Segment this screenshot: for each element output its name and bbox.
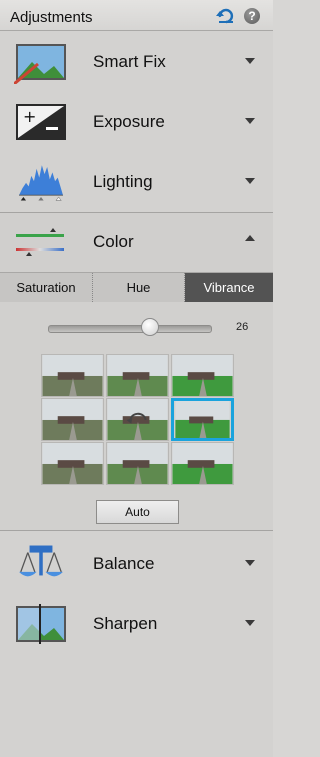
color-label: Color bbox=[93, 232, 134, 251]
auto-button[interactable]: Auto bbox=[96, 500, 179, 524]
color-sliders-icon bbox=[16, 228, 64, 256]
lighting-histogram-icon bbox=[19, 165, 63, 201]
preview-thumbnail[interactable] bbox=[41, 442, 104, 485]
lighting-row[interactable]: Lighting bbox=[0, 153, 273, 213]
lighting-label: Lighting bbox=[93, 172, 153, 191]
tab-hue[interactable]: Hue bbox=[93, 273, 185, 302]
tab-saturation[interactable]: Saturation bbox=[0, 273, 93, 302]
smart-fix-label: Smart Fix bbox=[93, 52, 166, 71]
help-icon[interactable]: ? bbox=[244, 8, 260, 24]
tab-vibrance[interactable]: Vibrance bbox=[185, 273, 273, 302]
panel-empty-area bbox=[0, 655, 273, 757]
vibrance-value: 26 bbox=[236, 321, 249, 333]
preview-thumbnail-current[interactable] bbox=[106, 398, 169, 441]
preview-thumbnail[interactable] bbox=[41, 354, 104, 397]
chevron-down-icon[interactable] bbox=[245, 178, 255, 184]
color-row[interactable]: Color bbox=[0, 213, 273, 273]
svg-text:+: + bbox=[23, 107, 36, 126]
balance-label: Balance bbox=[93, 554, 155, 573]
panel-title: Adjustments bbox=[10, 9, 93, 26]
sharpen-row[interactable]: Sharpen bbox=[0, 595, 273, 655]
smart-fix-icon bbox=[14, 44, 66, 84]
preview-thumbnail-selected[interactable] bbox=[171, 398, 234, 441]
preview-thumbnail[interactable] bbox=[171, 354, 234, 397]
divider bbox=[0, 530, 273, 531]
exposure-icon: + bbox=[16, 104, 66, 140]
reset-icon[interactable] bbox=[216, 8, 236, 24]
preview-thumbnail[interactable] bbox=[171, 442, 234, 485]
smart-fix-row[interactable]: Smart Fix bbox=[0, 33, 273, 93]
balance-row[interactable]: Balance bbox=[0, 535, 273, 595]
preview-thumbnail[interactable] bbox=[106, 354, 169, 397]
preview-thumbnail[interactable] bbox=[106, 442, 169, 485]
chevron-up-icon[interactable] bbox=[245, 235, 255, 241]
panel-header: Adjustments ? bbox=[0, 0, 273, 31]
chevron-down-icon[interactable] bbox=[245, 58, 255, 64]
vibrance-slider-knob[interactable] bbox=[141, 318, 159, 336]
color-tabs: Saturation Hue Vibrance bbox=[0, 272, 273, 303]
chevron-down-icon[interactable] bbox=[245, 620, 255, 626]
chevron-down-icon[interactable] bbox=[245, 118, 255, 124]
chevron-down-icon[interactable] bbox=[245, 560, 255, 566]
exposure-row[interactable]: + Exposure bbox=[0, 93, 273, 153]
balance-scale-icon bbox=[19, 545, 63, 577]
vibrance-slider-track[interactable] bbox=[48, 325, 212, 333]
sharpen-label: Sharpen bbox=[93, 614, 158, 633]
adjustments-panel: Adjustments ? Smart Fix + Exposure Light… bbox=[0, 0, 273, 757]
exposure-label: Exposure bbox=[93, 112, 165, 131]
sharpen-icon bbox=[16, 604, 66, 644]
preview-thumbnail[interactable] bbox=[41, 398, 104, 441]
vibrance-preview-grid bbox=[41, 354, 234, 485]
